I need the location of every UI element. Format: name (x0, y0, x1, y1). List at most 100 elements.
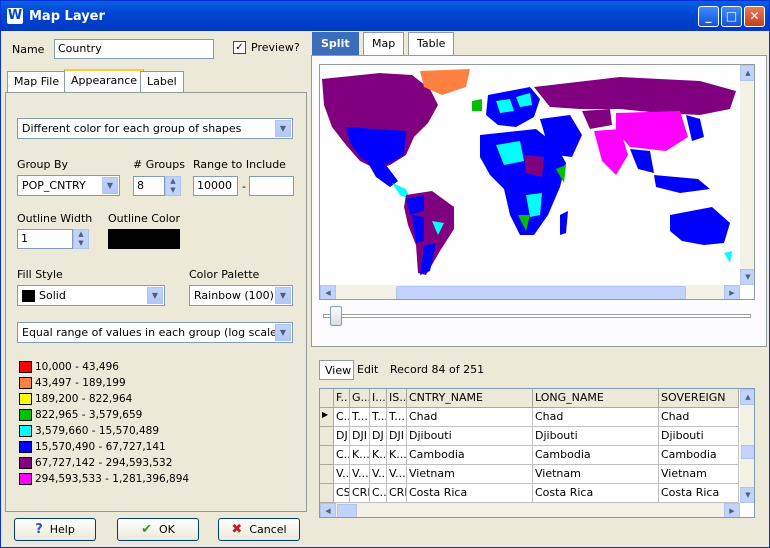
table-cell[interactable]: Djibouti (407, 427, 533, 446)
scroll-down-icon[interactable]: ▼ (740, 269, 754, 285)
spin-up-icon[interactable]: ▲ (74, 230, 88, 239)
table-cell[interactable]: C.. (334, 446, 350, 465)
spin-down-icon[interactable]: ▼ (166, 186, 180, 195)
table-cell[interactable]: DJI (387, 427, 407, 446)
edit-button[interactable]: Edit (357, 363, 378, 376)
row-selector[interactable] (320, 446, 334, 465)
map-view[interactable]: ▲ ▼ ◀ ▶ (319, 64, 755, 300)
outline-width-input[interactable]: 1 (17, 229, 73, 249)
range-mode-select[interactable]: Equal range of values in each group (log… (17, 322, 293, 343)
table-cell[interactable]: CS (334, 484, 350, 503)
table-cell[interactable]: V... (334, 465, 350, 484)
table-cell[interactable]: C... (370, 484, 387, 503)
table-cell[interactable]: K... (387, 446, 407, 465)
fill-style-select[interactable]: Solid ▼ (17, 285, 165, 306)
zoom-slider-track[interactable] (323, 314, 751, 318)
tab-map[interactable]: Map (363, 32, 405, 55)
palette-select[interactable]: Rainbow (100) ▼ (189, 285, 293, 306)
map-scroll-thumb[interactable] (396, 286, 686, 299)
scroll-up-icon[interactable]: ▲ (740, 65, 754, 81)
table-cell[interactable]: Costa Rica (533, 484, 659, 503)
table-cell[interactable]: V... (387, 465, 407, 484)
table-cell[interactable]: Costa Rica (407, 484, 533, 503)
table-cell[interactable]: CRI (350, 484, 370, 503)
ok-button[interactable]: ✔ OK (117, 518, 199, 541)
table-cell[interactable]: DJ (370, 427, 387, 446)
table-cell[interactable]: Vietnam (659, 465, 739, 484)
table-cell[interactable]: K... (350, 446, 370, 465)
legend-label: 294,593,533 - 1,281,396,894 (35, 473, 190, 485)
table-hscroll-thumb[interactable] (337, 504, 357, 517)
scroll-right-icon[interactable]: ▶ (724, 285, 740, 299)
tab-split[interactable]: Split (312, 32, 359, 55)
table-cell[interactable]: K... (370, 446, 387, 465)
tab-map-file[interactable]: Map File (7, 71, 67, 92)
table-cell[interactable]: Costa Rica (659, 484, 739, 503)
range-to-input[interactable] (249, 176, 294, 196)
close-button[interactable]: ✕ (744, 6, 765, 27)
groups-input[interactable]: 8 (133, 176, 165, 196)
scroll-down-icon[interactable]: ▼ (740, 487, 754, 503)
scroll-left-icon[interactable]: ◀ (320, 285, 336, 299)
column-header[interactable]: LONG_NAME (533, 389, 659, 408)
spin-down-icon[interactable]: ▼ (74, 239, 88, 248)
table-cell[interactable]: Vietnam (533, 465, 659, 484)
column-header[interactable]: SOVEREIGN (659, 389, 739, 408)
outline-color-swatch[interactable] (108, 229, 180, 249)
column-header[interactable]: G... (350, 389, 370, 408)
table-cell[interactable]: Chad (533, 408, 659, 427)
map-vertical-scrollbar[interactable] (740, 65, 754, 285)
cancel-button[interactable]: ✖ Cancel (218, 518, 300, 541)
preview-checkbox[interactable]: ✓ (233, 41, 246, 54)
column-header[interactable]: CNTRY_NAME (407, 389, 533, 408)
table-cell[interactable]: Cambodia (407, 446, 533, 465)
title-bar[interactable]: W Map Layer _ □ ✕ (1, 1, 769, 31)
outline-width-stepper[interactable]: ▲ ▼ (73, 229, 89, 249)
table-cell[interactable]: Chad (659, 408, 739, 427)
name-input[interactable]: Country (54, 39, 214, 59)
table-scroll-thumb[interactable] (741, 445, 754, 459)
table-horizontal-scrollbar[interactable] (320, 503, 740, 517)
spin-up-icon[interactable]: ▲ (166, 177, 180, 186)
column-header[interactable]: IS... (387, 389, 407, 408)
table-cell[interactable]: T... (350, 408, 370, 427)
outline-width-label: Outline Width (17, 212, 93, 225)
table-cell[interactable]: C.. (334, 408, 350, 427)
group-by-select[interactable]: POP_CNTRY ▼ (17, 175, 120, 196)
view-button[interactable]: View (319, 360, 354, 380)
row-selector[interactable] (320, 465, 334, 484)
table-cell[interactable]: Djibouti (659, 427, 739, 446)
minimize-button[interactable]: _ (698, 6, 719, 27)
table-cell[interactable]: DJ (334, 427, 350, 446)
column-header[interactable]: F.. (334, 389, 350, 408)
table-cell[interactable]: Cambodia (659, 446, 739, 465)
row-selector[interactable] (320, 484, 334, 503)
table-cell[interactable]: Vietnam (407, 465, 533, 484)
maximize-button[interactable]: □ (721, 6, 742, 27)
groups-stepper[interactable]: ▲ ▼ (165, 176, 181, 196)
table-cell[interactable]: V... (350, 465, 370, 484)
row-selector[interactable]: ▶ (320, 408, 334, 427)
chevron-down-icon: ▼ (275, 120, 291, 137)
attribute-table[interactable]: ▲ ▼ ◀ ▶ F..G...I...IS...CNTRY_NAMELONG_N… (319, 388, 755, 518)
table-cell[interactable]: Cambodia (533, 446, 659, 465)
column-header[interactable]: I... (370, 389, 387, 408)
scroll-up-icon[interactable]: ▲ (740, 389, 754, 405)
table-cell[interactable]: CRI (387, 484, 407, 503)
table-cell[interactable]: Djibouti (533, 427, 659, 446)
tab-appearance[interactable]: Appearance (64, 69, 145, 93)
tab-table[interactable]: Table (408, 32, 455, 55)
table-cell[interactable]: T... (387, 408, 407, 427)
table-cell[interactable]: DJI (350, 427, 370, 446)
table-cell[interactable]: T... (370, 408, 387, 427)
table-cell[interactable]: V... (370, 465, 387, 484)
zoom-slider-thumb[interactable] (330, 306, 342, 326)
table-cell[interactable]: Chad (407, 408, 533, 427)
scroll-right-icon[interactable]: ▶ (724, 503, 740, 517)
row-selector[interactable] (320, 427, 334, 446)
help-button[interactable]: ? Help (14, 518, 96, 541)
shape-mode-select[interactable]: Different color for each group of shapes… (17, 118, 293, 139)
scroll-left-icon[interactable]: ◀ (320, 503, 336, 517)
range-from-input[interactable]: 10000 (193, 176, 238, 196)
tab-label[interactable]: Label (140, 71, 184, 92)
